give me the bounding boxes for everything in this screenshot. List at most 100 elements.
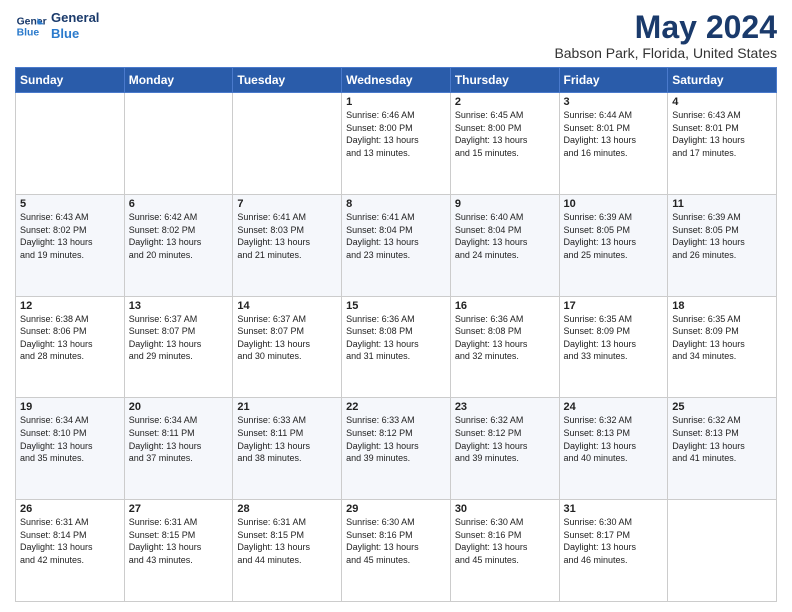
svg-text:General: General [17, 16, 47, 27]
calendar-week-2: 5Sunrise: 6:43 AM Sunset: 8:02 PM Daylig… [16, 194, 777, 296]
day-info: Sunrise: 6:30 AM Sunset: 8:16 PM Dayligh… [346, 516, 446, 566]
calendar-week-4: 19Sunrise: 6:34 AM Sunset: 8:10 PM Dayli… [16, 398, 777, 500]
day-info: Sunrise: 6:33 AM Sunset: 8:12 PM Dayligh… [346, 414, 446, 464]
day-number: 30 [455, 503, 555, 515]
logo-text-blue: Blue [51, 26, 99, 42]
calendar-cell: 14Sunrise: 6:37 AM Sunset: 8:07 PM Dayli… [233, 296, 342, 398]
calendar-cell: 23Sunrise: 6:32 AM Sunset: 8:12 PM Dayli… [450, 398, 559, 500]
col-friday: Friday [559, 68, 668, 93]
day-info: Sunrise: 6:37 AM Sunset: 8:07 PM Dayligh… [237, 313, 337, 363]
day-info: Sunrise: 6:35 AM Sunset: 8:09 PM Dayligh… [564, 313, 664, 363]
col-thursday: Thursday [450, 68, 559, 93]
calendar-cell: 26Sunrise: 6:31 AM Sunset: 8:14 PM Dayli… [16, 500, 125, 602]
day-number: 1 [346, 96, 446, 108]
day-info: Sunrise: 6:43 AM Sunset: 8:01 PM Dayligh… [672, 109, 772, 159]
day-info: Sunrise: 6:40 AM Sunset: 8:04 PM Dayligh… [455, 211, 555, 261]
day-number: 16 [455, 300, 555, 312]
calendar-cell: 30Sunrise: 6:30 AM Sunset: 8:16 PM Dayli… [450, 500, 559, 602]
day-info: Sunrise: 6:35 AM Sunset: 8:09 PM Dayligh… [672, 313, 772, 363]
day-info: Sunrise: 6:39 AM Sunset: 8:05 PM Dayligh… [672, 211, 772, 261]
calendar-cell [233, 93, 342, 195]
calendar-cell: 8Sunrise: 6:41 AM Sunset: 8:04 PM Daylig… [342, 194, 451, 296]
logo: General Blue General Blue [15, 10, 99, 42]
calendar-cell [16, 93, 125, 195]
calendar-cell: 3Sunrise: 6:44 AM Sunset: 8:01 PM Daylig… [559, 93, 668, 195]
calendar-week-1: 1Sunrise: 6:46 AM Sunset: 8:00 PM Daylig… [16, 93, 777, 195]
calendar-cell: 5Sunrise: 6:43 AM Sunset: 8:02 PM Daylig… [16, 194, 125, 296]
calendar-cell: 22Sunrise: 6:33 AM Sunset: 8:12 PM Dayli… [342, 398, 451, 500]
day-info: Sunrise: 6:44 AM Sunset: 8:01 PM Dayligh… [564, 109, 664, 159]
calendar-cell [668, 500, 777, 602]
logo-icon: General Blue [15, 10, 47, 42]
day-info: Sunrise: 6:36 AM Sunset: 8:08 PM Dayligh… [455, 313, 555, 363]
day-number: 9 [455, 198, 555, 210]
day-number: 29 [346, 503, 446, 515]
day-info: Sunrise: 6:43 AM Sunset: 8:02 PM Dayligh… [20, 211, 120, 261]
calendar-cell: 31Sunrise: 6:30 AM Sunset: 8:17 PM Dayli… [559, 500, 668, 602]
calendar-cell: 9Sunrise: 6:40 AM Sunset: 8:04 PM Daylig… [450, 194, 559, 296]
day-number: 4 [672, 96, 772, 108]
day-number: 20 [129, 401, 229, 413]
day-info: Sunrise: 6:30 AM Sunset: 8:16 PM Dayligh… [455, 516, 555, 566]
day-number: 14 [237, 300, 337, 312]
calendar-cell: 1Sunrise: 6:46 AM Sunset: 8:00 PM Daylig… [342, 93, 451, 195]
day-info: Sunrise: 6:31 AM Sunset: 8:15 PM Dayligh… [129, 516, 229, 566]
calendar-cell: 27Sunrise: 6:31 AM Sunset: 8:15 PM Dayli… [124, 500, 233, 602]
day-number: 7 [237, 198, 337, 210]
header-right: May 2024 Babson Park, Florida, United St… [554, 10, 777, 61]
day-info: Sunrise: 6:34 AM Sunset: 8:10 PM Dayligh… [20, 414, 120, 464]
day-info: Sunrise: 6:34 AM Sunset: 8:11 PM Dayligh… [129, 414, 229, 464]
calendar-week-5: 26Sunrise: 6:31 AM Sunset: 8:14 PM Dayli… [16, 500, 777, 602]
day-info: Sunrise: 6:39 AM Sunset: 8:05 PM Dayligh… [564, 211, 664, 261]
day-number: 22 [346, 401, 446, 413]
calendar-cell: 15Sunrise: 6:36 AM Sunset: 8:08 PM Dayli… [342, 296, 451, 398]
month-title: May 2024 [554, 10, 777, 45]
day-number: 13 [129, 300, 229, 312]
day-info: Sunrise: 6:32 AM Sunset: 8:13 PM Dayligh… [672, 414, 772, 464]
day-number: 27 [129, 503, 229, 515]
day-number: 24 [564, 401, 664, 413]
calendar-table: Sunday Monday Tuesday Wednesday Thursday… [15, 67, 777, 602]
svg-text:Blue: Blue [17, 28, 40, 39]
day-number: 15 [346, 300, 446, 312]
col-sunday: Sunday [16, 68, 125, 93]
day-number: 21 [237, 401, 337, 413]
day-number: 2 [455, 96, 555, 108]
calendar-cell: 20Sunrise: 6:34 AM Sunset: 8:11 PM Dayli… [124, 398, 233, 500]
calendar-cell: 28Sunrise: 6:31 AM Sunset: 8:15 PM Dayli… [233, 500, 342, 602]
logo-text-general: General [51, 10, 99, 26]
day-info: Sunrise: 6:36 AM Sunset: 8:08 PM Dayligh… [346, 313, 446, 363]
day-number: 8 [346, 198, 446, 210]
col-tuesday: Tuesday [233, 68, 342, 93]
day-info: Sunrise: 6:33 AM Sunset: 8:11 PM Dayligh… [237, 414, 337, 464]
calendar-cell: 19Sunrise: 6:34 AM Sunset: 8:10 PM Dayli… [16, 398, 125, 500]
day-info: Sunrise: 6:32 AM Sunset: 8:13 PM Dayligh… [564, 414, 664, 464]
calendar-cell: 13Sunrise: 6:37 AM Sunset: 8:07 PM Dayli… [124, 296, 233, 398]
day-number: 26 [20, 503, 120, 515]
day-info: Sunrise: 6:41 AM Sunset: 8:04 PM Dayligh… [346, 211, 446, 261]
calendar-cell: 7Sunrise: 6:41 AM Sunset: 8:03 PM Daylig… [233, 194, 342, 296]
header: General Blue General Blue May 2024 Babso… [15, 10, 777, 61]
calendar-cell: 18Sunrise: 6:35 AM Sunset: 8:09 PM Dayli… [668, 296, 777, 398]
calendar-cell: 17Sunrise: 6:35 AM Sunset: 8:09 PM Dayli… [559, 296, 668, 398]
day-number: 17 [564, 300, 664, 312]
calendar-header-row: Sunday Monday Tuesday Wednesday Thursday… [16, 68, 777, 93]
calendar-cell: 10Sunrise: 6:39 AM Sunset: 8:05 PM Dayli… [559, 194, 668, 296]
day-info: Sunrise: 6:46 AM Sunset: 8:00 PM Dayligh… [346, 109, 446, 159]
calendar-cell: 2Sunrise: 6:45 AM Sunset: 8:00 PM Daylig… [450, 93, 559, 195]
day-number: 6 [129, 198, 229, 210]
calendar-cell: 29Sunrise: 6:30 AM Sunset: 8:16 PM Dayli… [342, 500, 451, 602]
calendar-cell [124, 93, 233, 195]
calendar-cell: 24Sunrise: 6:32 AM Sunset: 8:13 PM Dayli… [559, 398, 668, 500]
day-number: 10 [564, 198, 664, 210]
day-number: 18 [672, 300, 772, 312]
col-wednesday: Wednesday [342, 68, 451, 93]
day-info: Sunrise: 6:32 AM Sunset: 8:12 PM Dayligh… [455, 414, 555, 464]
col-saturday: Saturday [668, 68, 777, 93]
calendar-cell: 12Sunrise: 6:38 AM Sunset: 8:06 PM Dayli… [16, 296, 125, 398]
day-info: Sunrise: 6:37 AM Sunset: 8:07 PM Dayligh… [129, 313, 229, 363]
day-number: 28 [237, 503, 337, 515]
day-number: 11 [672, 198, 772, 210]
calendar-cell: 25Sunrise: 6:32 AM Sunset: 8:13 PM Dayli… [668, 398, 777, 500]
col-monday: Monday [124, 68, 233, 93]
